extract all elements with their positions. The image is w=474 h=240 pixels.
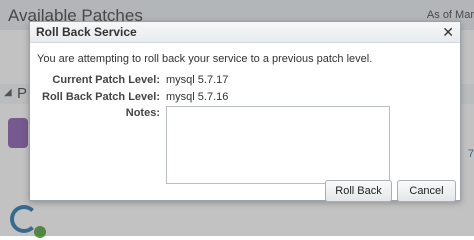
notes-textarea[interactable]: [166, 106, 390, 184]
notes-label: Notes:: [125, 107, 160, 119]
close-icon[interactable]: ✕: [442, 24, 454, 40]
dialog-header: Roll Back Service ✕: [30, 22, 460, 43]
rollback-patch-label: Roll Back Patch Level:: [42, 91, 160, 103]
roll-back-dialog: Roll Back Service ✕ You are attempting t…: [29, 21, 461, 201]
rollback-patch-value: mysql 5.7.16: [166, 91, 229, 103]
cancel-button[interactable]: Cancel: [397, 180, 456, 202]
dialog-intro-text: You are attempting to roll back your ser…: [37, 53, 373, 65]
current-patch-value: mysql 5.7.17: [166, 74, 229, 86]
current-patch-label: Current Patch Level:: [52, 74, 160, 86]
current-patch-row: Current Patch Level: mysql 5.7.17: [30, 74, 460, 88]
dialog-title: Roll Back Service: [36, 25, 137, 39]
rollback-patch-row: Roll Back Patch Level: mysql 5.7.16: [30, 91, 460, 105]
roll-back-button[interactable]: Roll Back: [325, 180, 392, 202]
